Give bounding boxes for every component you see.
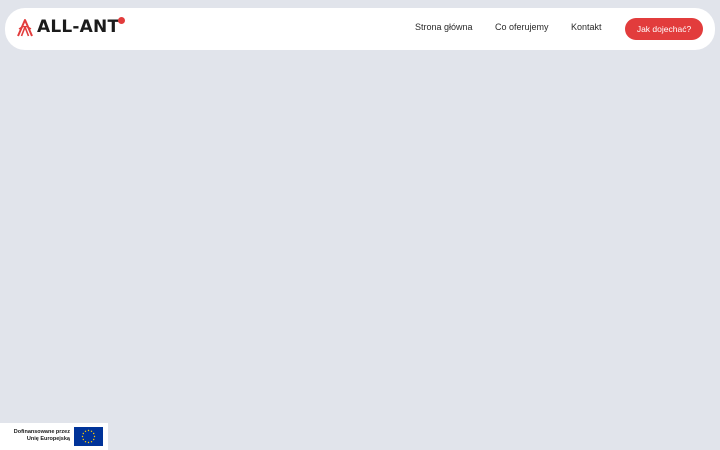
- navbar: ALL-ANT Strona główna Co oferujemy Konta…: [5, 8, 715, 50]
- eu-funding-line-2: Unię Europejską: [26, 436, 70, 442]
- eu-funding-badge[interactable]: Dofinansowane przez Unię Europejską: [0, 423, 108, 450]
- main-navigation: Strona główna Co oferujemy Kontakt: [5, 8, 715, 50]
- nav-home-link[interactable]: Strona główna: [415, 22, 473, 32]
- eu-flag-icon: [74, 427, 103, 446]
- directions-button[interactable]: Jak dojechać?: [625, 18, 703, 40]
- page: ALL-ANT Strona główna Co oferujemy Konta…: [0, 0, 720, 450]
- eu-funding-line-1: Dofinansowane przez: [13, 429, 70, 435]
- nav-contact-link[interactable]: Kontakt: [571, 22, 602, 32]
- nav-offer-link[interactable]: Co oferujemy: [495, 22, 549, 32]
- eu-funding-text: Dofinansowane przez Unię Europejską: [8, 429, 70, 443]
